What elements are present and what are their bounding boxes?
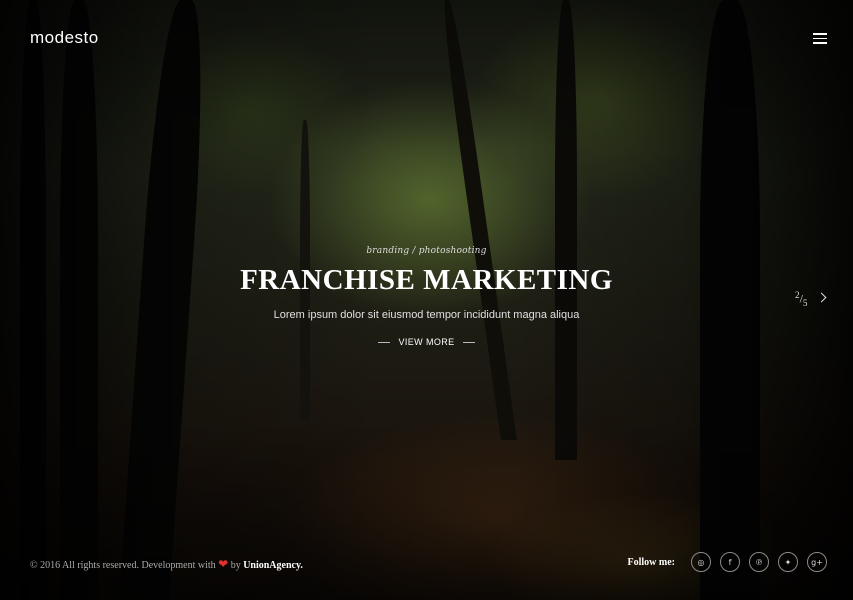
- slide-title: FRANCHISE MARKETING: [240, 264, 613, 296]
- by-text: by: [230, 560, 241, 571]
- copyright-text: © 2016 All rights reserved. Development …: [30, 560, 216, 571]
- social-links: Follow me: ◎ f ℗ ✦ g+: [627, 552, 827, 572]
- instagram-icon[interactable]: ◎: [691, 552, 711, 572]
- slide-description: Lorem ipsum dolor sit eiusmod tempor inc…: [273, 309, 580, 321]
- facebook-icon[interactable]: f: [720, 552, 740, 572]
- heart-icon: ❤: [218, 557, 229, 571]
- divider-left: [378, 341, 391, 343]
- slide-counter: 2/5: [795, 290, 808, 308]
- footer-copyright: © 2016 All rights reserved. Development …: [30, 557, 303, 572]
- agency-link[interactable]: UnionAgency.: [243, 560, 303, 571]
- hamburger-menu-icon[interactable]: [813, 33, 827, 44]
- view-more-label: VIEW MORE: [398, 337, 455, 347]
- view-more-link[interactable]: VIEW MORE: [370, 337, 482, 347]
- slide-tags: branding / photoshooting: [366, 246, 487, 256]
- slide-total: 5: [802, 297, 808, 308]
- google-plus-icon[interactable]: g+: [807, 552, 827, 572]
- site-logo[interactable]: modesto: [30, 28, 99, 48]
- pinterest-icon[interactable]: ℗: [749, 552, 769, 572]
- twitter-icon[interactable]: ✦: [778, 552, 798, 572]
- follow-label: Follow me:: [627, 556, 676, 568]
- divider-right: [462, 341, 475, 343]
- hero-slide: branding / photoshooting FRANCHISE MARKE…: [0, 246, 853, 348]
